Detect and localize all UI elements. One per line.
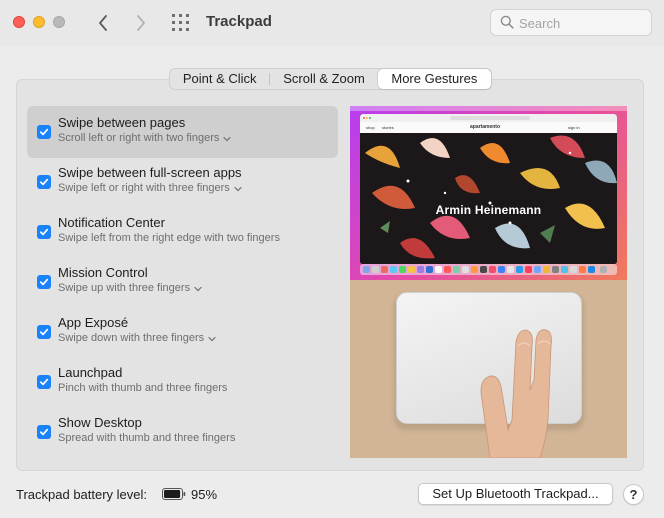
preview-browser-window: shop stories apartamento sign in Armin H… xyxy=(360,114,617,264)
option-subtitle: Swipe left or right with three fingers xyxy=(58,182,230,194)
option-menu[interactable]: Swipe down with three fingers xyxy=(58,332,216,344)
checkmark-icon xyxy=(39,228,49,236)
site-nav-stories: stories xyxy=(382,125,394,130)
checkbox[interactable] xyxy=(37,425,51,439)
checkbox[interactable] xyxy=(37,325,51,339)
option-menu[interactable]: Swipe up with three fingers xyxy=(58,282,202,294)
preview-screen: shop stories apartamento sign in Armin H… xyxy=(350,106,627,280)
option-title: App Exposé xyxy=(58,315,129,330)
option-subtitle: Swipe down with three fingers xyxy=(58,332,205,344)
battery-percent: 95% xyxy=(191,487,218,502)
battery-icon xyxy=(162,488,186,500)
title-bar: Trackpad xyxy=(0,0,664,46)
checkmark-icon xyxy=(39,428,49,436)
back-button[interactable] xyxy=(92,11,114,35)
checkbox[interactable] xyxy=(37,175,51,189)
hand-illustration xyxy=(480,329,552,458)
window-title: Trackpad xyxy=(206,13,272,30)
option-description: Spread with thumb and three fingers xyxy=(58,432,235,444)
search-icon xyxy=(500,15,514,29)
checkbox[interactable] xyxy=(37,275,51,289)
option-title: Mission Control xyxy=(58,265,148,280)
chevron-down-icon xyxy=(234,186,242,191)
checkmark-icon xyxy=(39,328,49,336)
tab-bar: Point & Click Scroll & Zoom More Gesture… xyxy=(169,68,492,90)
browser-toolbar xyxy=(360,114,617,122)
site-nav-shop: shop xyxy=(366,125,375,130)
minimize-button[interactable] xyxy=(33,16,45,28)
forward-button[interactable] xyxy=(130,11,152,35)
checkmark-icon xyxy=(39,278,49,286)
help-button[interactable]: ? xyxy=(623,484,644,505)
zoom-button[interactable] xyxy=(53,16,65,28)
search-field[interactable] xyxy=(490,9,652,36)
checkmark-icon xyxy=(39,178,49,186)
option-title: Show Desktop xyxy=(58,415,142,430)
show-all-button[interactable] xyxy=(172,14,190,32)
option-subtitle: Scroll left or right with two fingers xyxy=(58,132,220,144)
checkbox[interactable] xyxy=(37,375,51,389)
gestures-panel: Swipe between pages Scroll left or right… xyxy=(16,79,644,471)
gesture-preview: shop stories apartamento sign in Armin H… xyxy=(350,106,627,458)
setup-bluetooth-trackpad-button[interactable]: Set Up Bluetooth Trackpad... xyxy=(418,483,613,505)
tab-more-gestures[interactable]: More Gestures xyxy=(377,69,491,89)
option-menu[interactable]: Scroll left or right with two fingers xyxy=(58,132,231,144)
option-subtitle: Swipe left from the right edge with two … xyxy=(58,232,280,244)
option-title: Notification Center xyxy=(58,215,165,230)
checkbox[interactable] xyxy=(37,225,51,239)
trackpad-scene xyxy=(350,280,627,458)
option-title: Swipe between pages xyxy=(58,115,186,130)
dock xyxy=(360,264,617,275)
chevron-down-icon xyxy=(208,336,216,341)
option-swipe-between-pages[interactable]: Swipe between pages Scroll left or right… xyxy=(27,106,338,158)
battery-label: Trackpad battery level: xyxy=(16,487,148,502)
floral-pattern xyxy=(360,133,617,264)
option-title: Swipe between full-screen apps xyxy=(58,165,242,180)
option-mission-control[interactable]: Mission Control Swipe up with three fing… xyxy=(27,256,338,308)
option-subtitle: Swipe up with three fingers xyxy=(58,282,191,294)
search-input[interactable] xyxy=(519,14,647,32)
option-subtitle: Pinch with thumb and three fingers xyxy=(58,382,228,394)
floral-artwork: Armin Heinemann xyxy=(360,133,617,264)
checkmark-icon xyxy=(39,378,49,386)
checkbox[interactable] xyxy=(37,125,51,139)
chevron-left-icon xyxy=(99,15,107,31)
option-launchpad[interactable]: Launchpad Pinch with thumb and three fin… xyxy=(27,356,338,408)
checkmark-icon xyxy=(39,128,49,136)
tab-scroll-and-zoom[interactable]: Scroll & Zoom xyxy=(270,69,377,89)
chevron-right-icon xyxy=(137,15,145,31)
site-nav: shop stories apartamento sign in xyxy=(360,122,617,133)
chevron-down-icon xyxy=(223,136,231,141)
hero-title: Armin Heinemann xyxy=(435,203,542,217)
tab-point-and-click[interactable]: Point & Click xyxy=(170,69,269,89)
option-swipe-full-screen-apps[interactable]: Swipe between full-screen apps Swipe lef… xyxy=(27,156,338,208)
close-button[interactable] xyxy=(13,16,25,28)
option-title: Launchpad xyxy=(58,365,123,380)
option-show-desktop[interactable]: Show Desktop Spread with thumb and three… xyxy=(27,406,338,458)
option-description: Pinch with thumb and three fingers xyxy=(58,382,227,394)
site-logo: apartamento xyxy=(470,124,501,130)
option-description: Swipe left from the right edge with two … xyxy=(58,232,280,244)
option-app-expose[interactable]: App Exposé Swipe down with three fingers xyxy=(27,306,338,358)
option-subtitle: Spread with thumb and three fingers xyxy=(58,432,236,444)
menu-bar xyxy=(350,106,627,111)
site-sign-in: sign in xyxy=(568,125,580,130)
option-menu[interactable]: Swipe left or right with three fingers xyxy=(58,182,242,194)
option-notification-center[interactable]: Notification Center Swipe left from the … xyxy=(27,206,338,258)
browser-url-bar xyxy=(450,116,530,120)
chevron-down-icon xyxy=(194,286,202,291)
